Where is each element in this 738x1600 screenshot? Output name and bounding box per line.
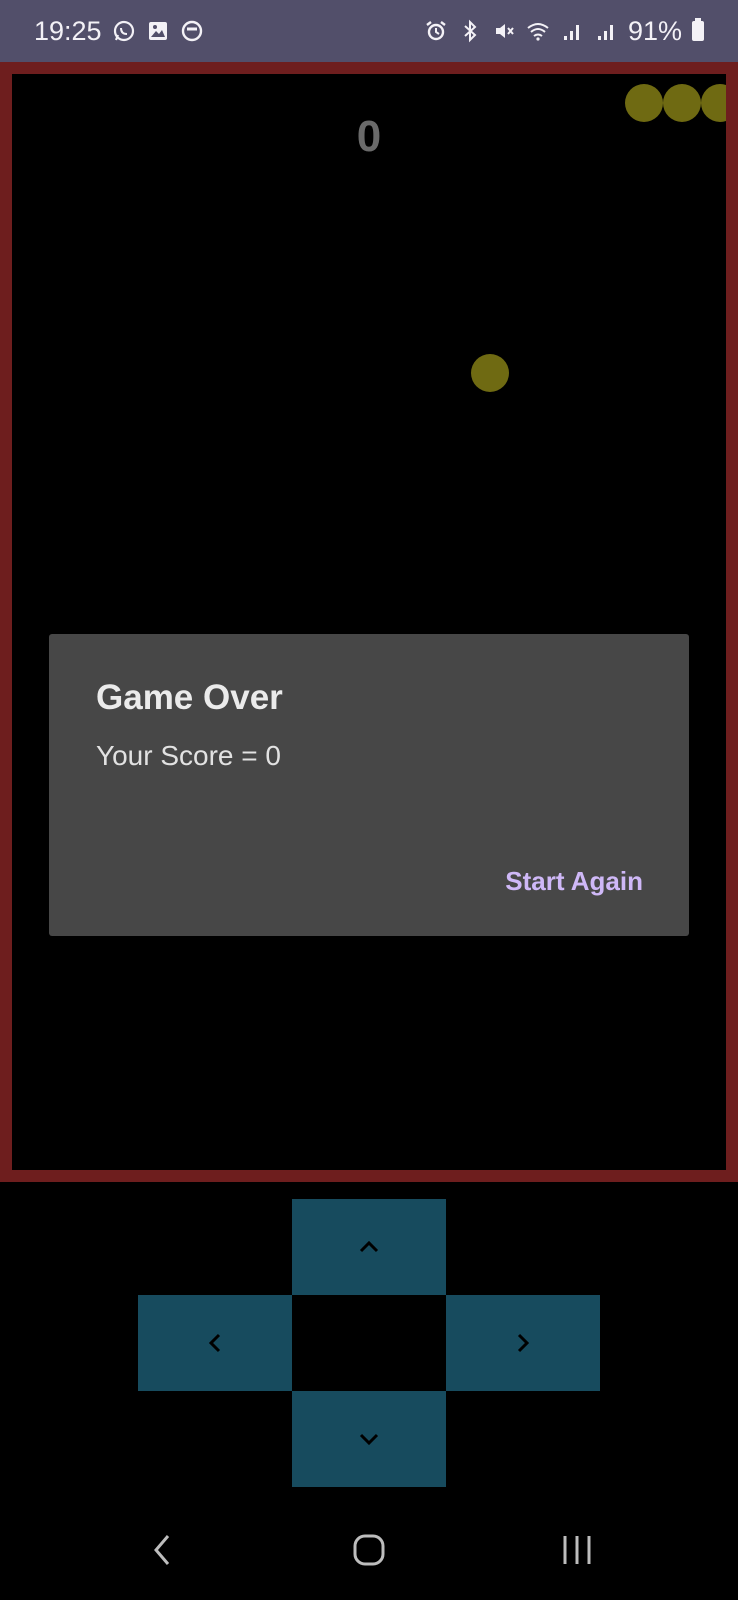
- snake-segment: [663, 84, 701, 122]
- home-button[interactable]: [349, 1530, 389, 1570]
- mute-icon: [492, 19, 516, 43]
- up-button[interactable]: [292, 1199, 446, 1295]
- clock: 19:25: [34, 15, 102, 46]
- alarm-icon: [424, 19, 448, 43]
- game-board[interactable]: 0: [0, 62, 738, 1182]
- signal-icon: [560, 19, 584, 43]
- down-button[interactable]: [292, 1391, 446, 1487]
- snake-segment: [625, 84, 663, 122]
- signal-icon: [594, 19, 618, 43]
- dialog-title: Game Over: [96, 678, 283, 717]
- game-over-dialog: Game Over Your Score = 0 Start Again: [49, 634, 689, 936]
- recents-icon: [563, 1536, 591, 1564]
- wifi-icon: [526, 19, 550, 43]
- status-right: 91%: [424, 16, 704, 47]
- app-notification-icon: [180, 19, 204, 43]
- start-again-button[interactable]: Start Again: [505, 866, 643, 897]
- whatsapp-icon: [112, 19, 136, 43]
- chevron-down-icon: [359, 1433, 379, 1446]
- score-counter: 0: [356, 112, 382, 161]
- chevron-up-icon: [359, 1240, 379, 1253]
- left-button[interactable]: [138, 1295, 292, 1391]
- chevron-right-icon: [517, 1333, 530, 1353]
- back-icon: [154, 1535, 170, 1565]
- chevron-left-icon: [208, 1333, 221, 1353]
- recents-button[interactable]: [557, 1530, 597, 1570]
- navigation-bar: [0, 1500, 738, 1600]
- home-icon: [353, 1534, 385, 1566]
- food-item: [471, 354, 509, 392]
- gallery-icon: [146, 19, 170, 43]
- back-button[interactable]: [144, 1530, 184, 1570]
- status-left: 19:25: [34, 16, 204, 47]
- bluetooth-icon: [458, 19, 482, 43]
- battery-percent: 91%: [627, 15, 682, 46]
- right-button[interactable]: [446, 1295, 600, 1391]
- battery-icon: [692, 18, 704, 41]
- snake-segment: [701, 84, 726, 122]
- dialog-message: Your Score = 0: [96, 740, 281, 771]
- status-bar: 19:25 91%: [0, 0, 738, 62]
